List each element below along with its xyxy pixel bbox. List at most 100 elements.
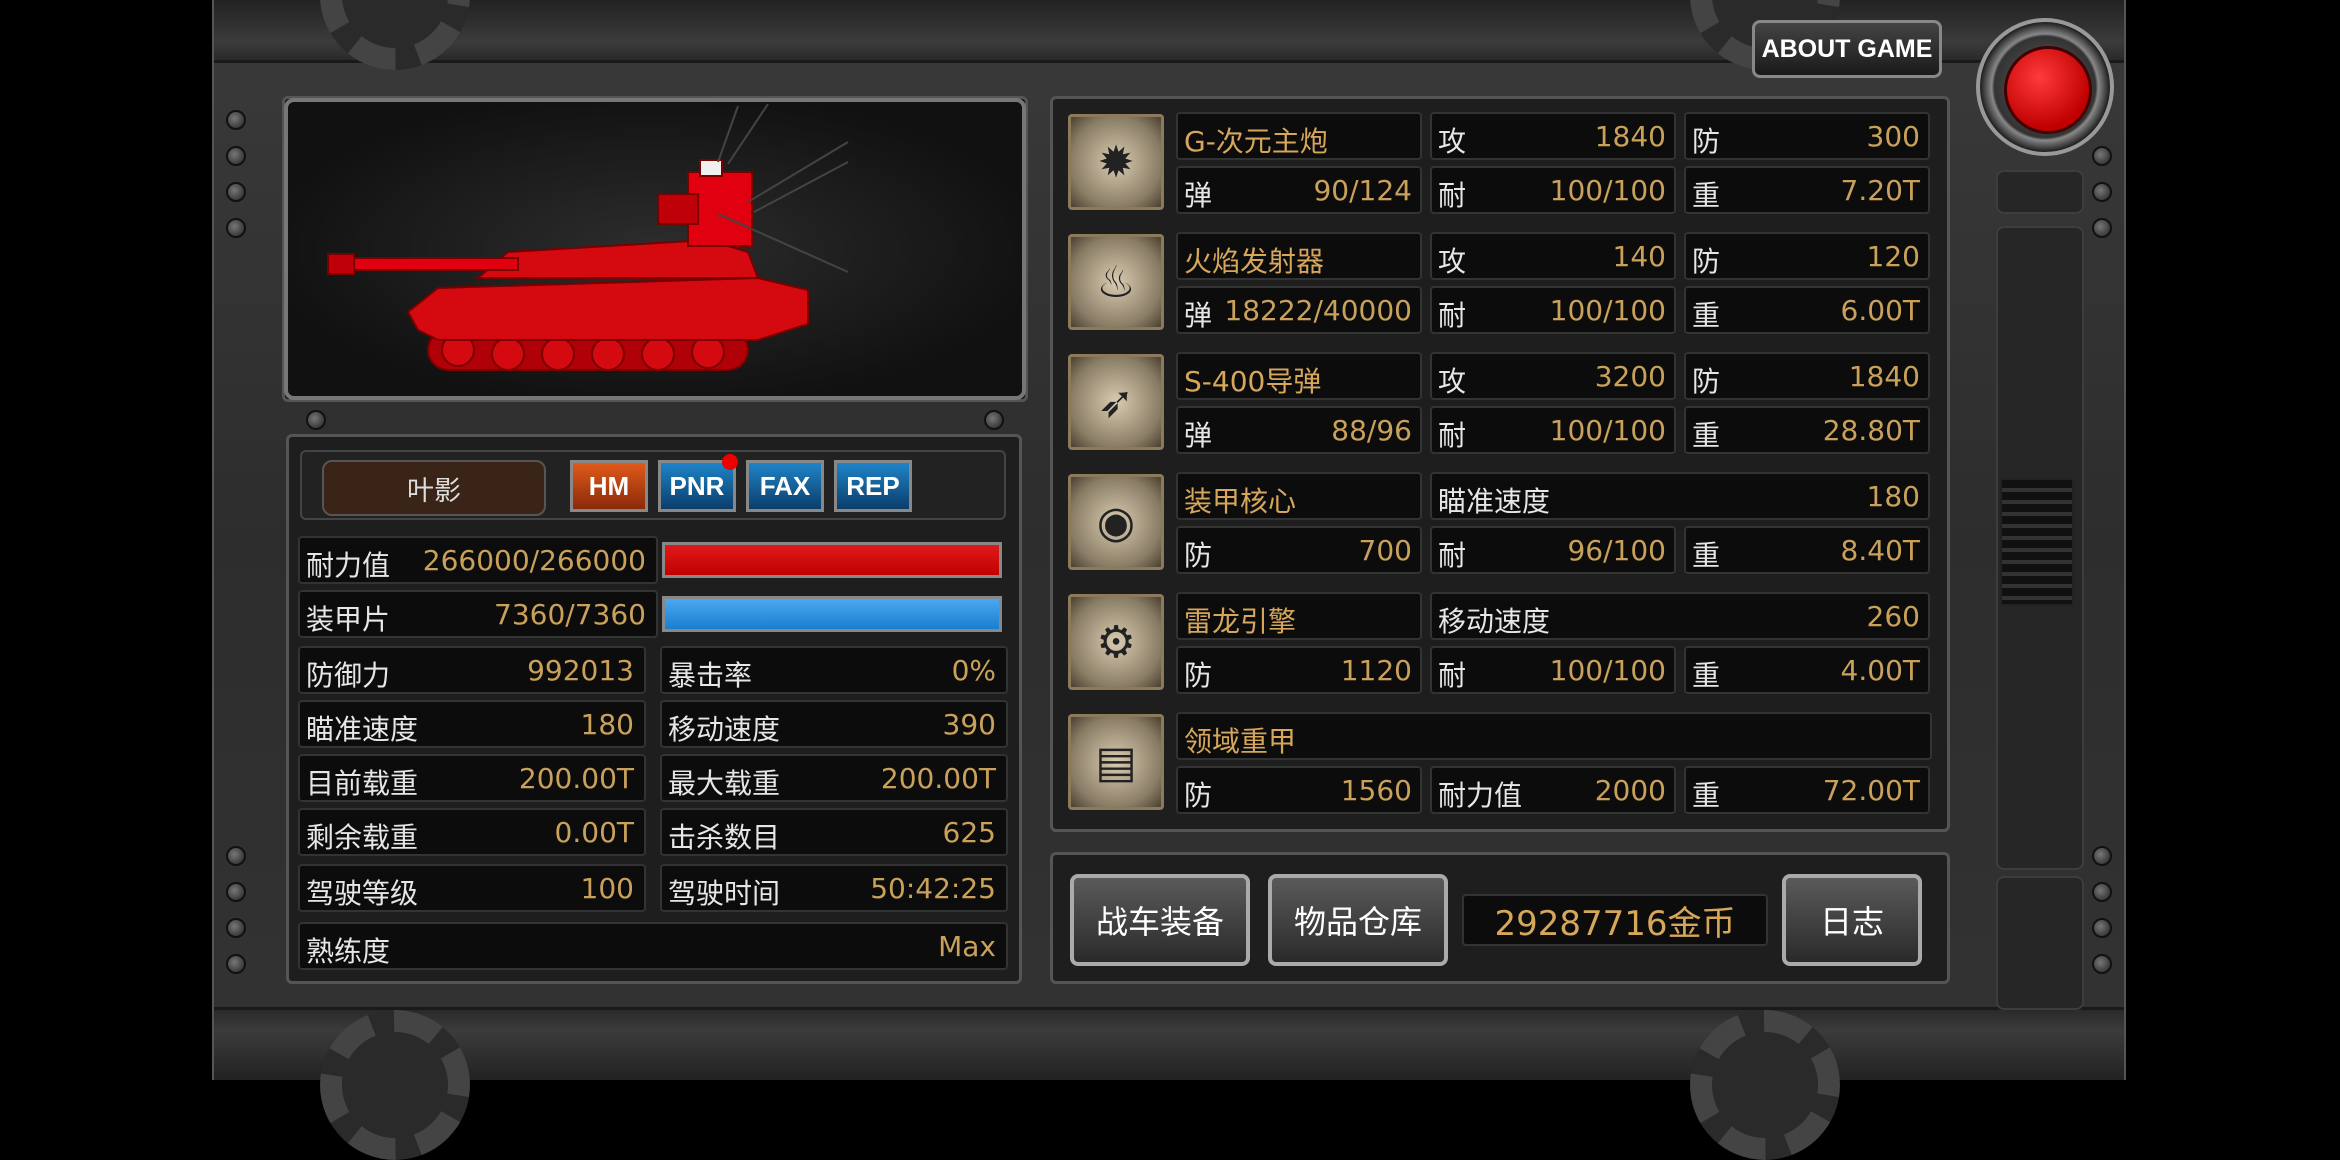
rivet xyxy=(2092,182,2112,202)
armor-bar xyxy=(662,596,1002,632)
equipment-stat-cell: 防 120 xyxy=(1684,232,1930,280)
equipment-name: 装甲核心 xyxy=(1184,485,1297,518)
equipment-stat-label: 防 xyxy=(1692,125,1721,158)
gear-decoration xyxy=(1690,1010,1840,1160)
equipment-stat-label: 攻 xyxy=(1438,365,1467,398)
equipment-stat-cell: 攻 3200 xyxy=(1430,352,1676,400)
equipment-stat-cell: 耐力值 2000 xyxy=(1430,766,1676,814)
equipment-stat-cell: 弹 18222/40000 xyxy=(1176,286,1422,334)
equipment-stat-value: 7.20T xyxy=(1840,174,1920,207)
rivet xyxy=(984,410,1004,430)
tank-image xyxy=(327,103,849,371)
stat-value: Max xyxy=(938,930,996,963)
heavy-armor-icon[interactable]: ▤ xyxy=(1068,714,1164,810)
rivet xyxy=(2092,846,2112,866)
stat-label: 剩余载重 xyxy=(306,821,419,854)
equipment-stat-label: 移动速度 xyxy=(1438,605,1551,638)
equipment-stat-value: 700 xyxy=(1358,534,1412,567)
stat-value: 625 xyxy=(942,816,996,849)
equipment-stat-value: 120 xyxy=(1866,240,1920,273)
equipment-name: 火焰发射器 xyxy=(1184,245,1325,278)
chip-fax[interactable]: FAX xyxy=(746,460,824,512)
durability-label: 耐力值 xyxy=(306,549,391,582)
stat-label: 最大载重 xyxy=(668,767,781,800)
core-icon[interactable]: ◉ xyxy=(1068,474,1164,570)
equipment-name-cell: 雷龙引擎 xyxy=(1176,592,1422,640)
rivet xyxy=(226,918,246,938)
rivet xyxy=(226,110,246,130)
tank-equipment-button[interactable]: 战车装备 xyxy=(1070,874,1250,966)
equipment-stat-value: 140 xyxy=(1612,240,1666,273)
item-storage-button[interactable]: 物品仓库 xyxy=(1268,874,1448,966)
equipment-stat-label: 防 xyxy=(1184,539,1213,572)
equipment-name-cell: G-次元主炮 xyxy=(1176,112,1422,160)
equipment-stat-label: 瞄准速度 xyxy=(1438,485,1551,518)
equipment-stat-label: 重 xyxy=(1692,659,1721,692)
stat-value: 100 xyxy=(580,872,634,905)
stat-remaining-load: 剩余载重 0.00T xyxy=(298,808,646,856)
equipment-stat-value: 1840 xyxy=(1594,120,1666,153)
cannon-icon[interactable]: ✹ xyxy=(1068,114,1164,210)
about-game-button[interactable]: ABOUT GAME xyxy=(1752,20,1942,78)
armor-stat: 装甲片 7360/7360 xyxy=(298,590,658,638)
stat-proficiency: 熟练度 Max xyxy=(298,922,1008,970)
equipment-stat-label: 重 xyxy=(1692,539,1721,572)
equipment-stat-value: 260 xyxy=(1866,600,1920,633)
equipment-stat-label: 攻 xyxy=(1438,125,1467,158)
equipment-stat-cell: 防 700 xyxy=(1176,526,1422,574)
stat-kill-count: 击杀数目 625 xyxy=(660,808,1008,856)
record-button[interactable] xyxy=(1976,18,2114,156)
stat-label: 驾驶等级 xyxy=(306,877,419,910)
equipment-stat-cell: 防 1120 xyxy=(1176,646,1422,694)
rivet xyxy=(226,218,246,238)
tank-name[interactable]: 叶影 xyxy=(322,460,546,516)
chip-rep[interactable]: REP xyxy=(834,460,912,512)
equipment-stat-cell: 移动速度 260 xyxy=(1430,592,1930,640)
equipment-name-cell: 火焰发射器 xyxy=(1176,232,1422,280)
chip-hm[interactable]: HM xyxy=(570,460,648,512)
equipment-stat-cell: 防 1840 xyxy=(1684,352,1930,400)
engine-icon[interactable]: ⚙ xyxy=(1068,594,1164,690)
equipment-stat-label: 重 xyxy=(1692,779,1721,812)
equipment-stat-label: 攻 xyxy=(1438,245,1467,278)
equipment-stat-value: 1560 xyxy=(1340,774,1412,807)
stat-value: 0% xyxy=(951,654,996,687)
equipment-stat-value: 28.80T xyxy=(1822,414,1920,447)
equipment-stat-value: 2000 xyxy=(1594,774,1666,807)
log-button[interactable]: 日志 xyxy=(1782,874,1922,966)
equipment-stat-cell: 弹 88/96 xyxy=(1176,406,1422,454)
item-thumbnail-glyph: ➶ xyxy=(1097,376,1135,428)
rivet xyxy=(2092,218,2112,238)
equipment-name-cell: 装甲核心 xyxy=(1176,472,1422,520)
equipment-stat-label: 弹 xyxy=(1184,179,1213,212)
durability-value: 266000/266000 xyxy=(422,544,646,577)
equipment-stat-label: 耐 xyxy=(1438,539,1467,572)
missile-icon[interactable]: ➶ xyxy=(1068,354,1164,450)
item-thumbnail-glyph: ♨ xyxy=(1096,256,1136,308)
equipment-stat-cell: 瞄准速度 180 xyxy=(1430,472,1930,520)
gear-decoration xyxy=(320,1010,470,1160)
item-thumbnail-glyph: ▤ xyxy=(1095,736,1137,788)
equipment-stat-value: 180 xyxy=(1866,480,1920,513)
stat-value: 50:42:25 xyxy=(870,872,996,905)
equipment-stat-label: 防 xyxy=(1184,779,1213,812)
flamethrower-icon[interactable]: ♨ xyxy=(1068,234,1164,330)
vent-grille xyxy=(2000,478,2074,606)
equipment-stat-label: 防 xyxy=(1692,365,1721,398)
equipment-stat-cell: 耐 100/100 xyxy=(1430,286,1676,334)
rivet xyxy=(226,954,246,974)
stat-value: 0.00T xyxy=(554,816,634,849)
rivet xyxy=(226,882,246,902)
stat-driver-level: 驾驶等级 100 xyxy=(298,864,646,912)
equipment-stat-cell: 重 28.80T xyxy=(1684,406,1930,454)
armor-bar-fill xyxy=(665,599,999,629)
side-slot xyxy=(1996,876,2084,1010)
equipment-stat-cell: 重 7.20T xyxy=(1684,166,1930,214)
rivet xyxy=(226,846,246,866)
item-thumbnail-glyph: ⚙ xyxy=(1096,616,1136,668)
equipment-stat-label: 耐 xyxy=(1438,659,1467,692)
equipment-stat-value: 90/124 xyxy=(1313,174,1412,207)
rivet xyxy=(2092,918,2112,938)
stat-max-load: 最大载重 200.00T xyxy=(660,754,1008,802)
rivet xyxy=(226,146,246,166)
